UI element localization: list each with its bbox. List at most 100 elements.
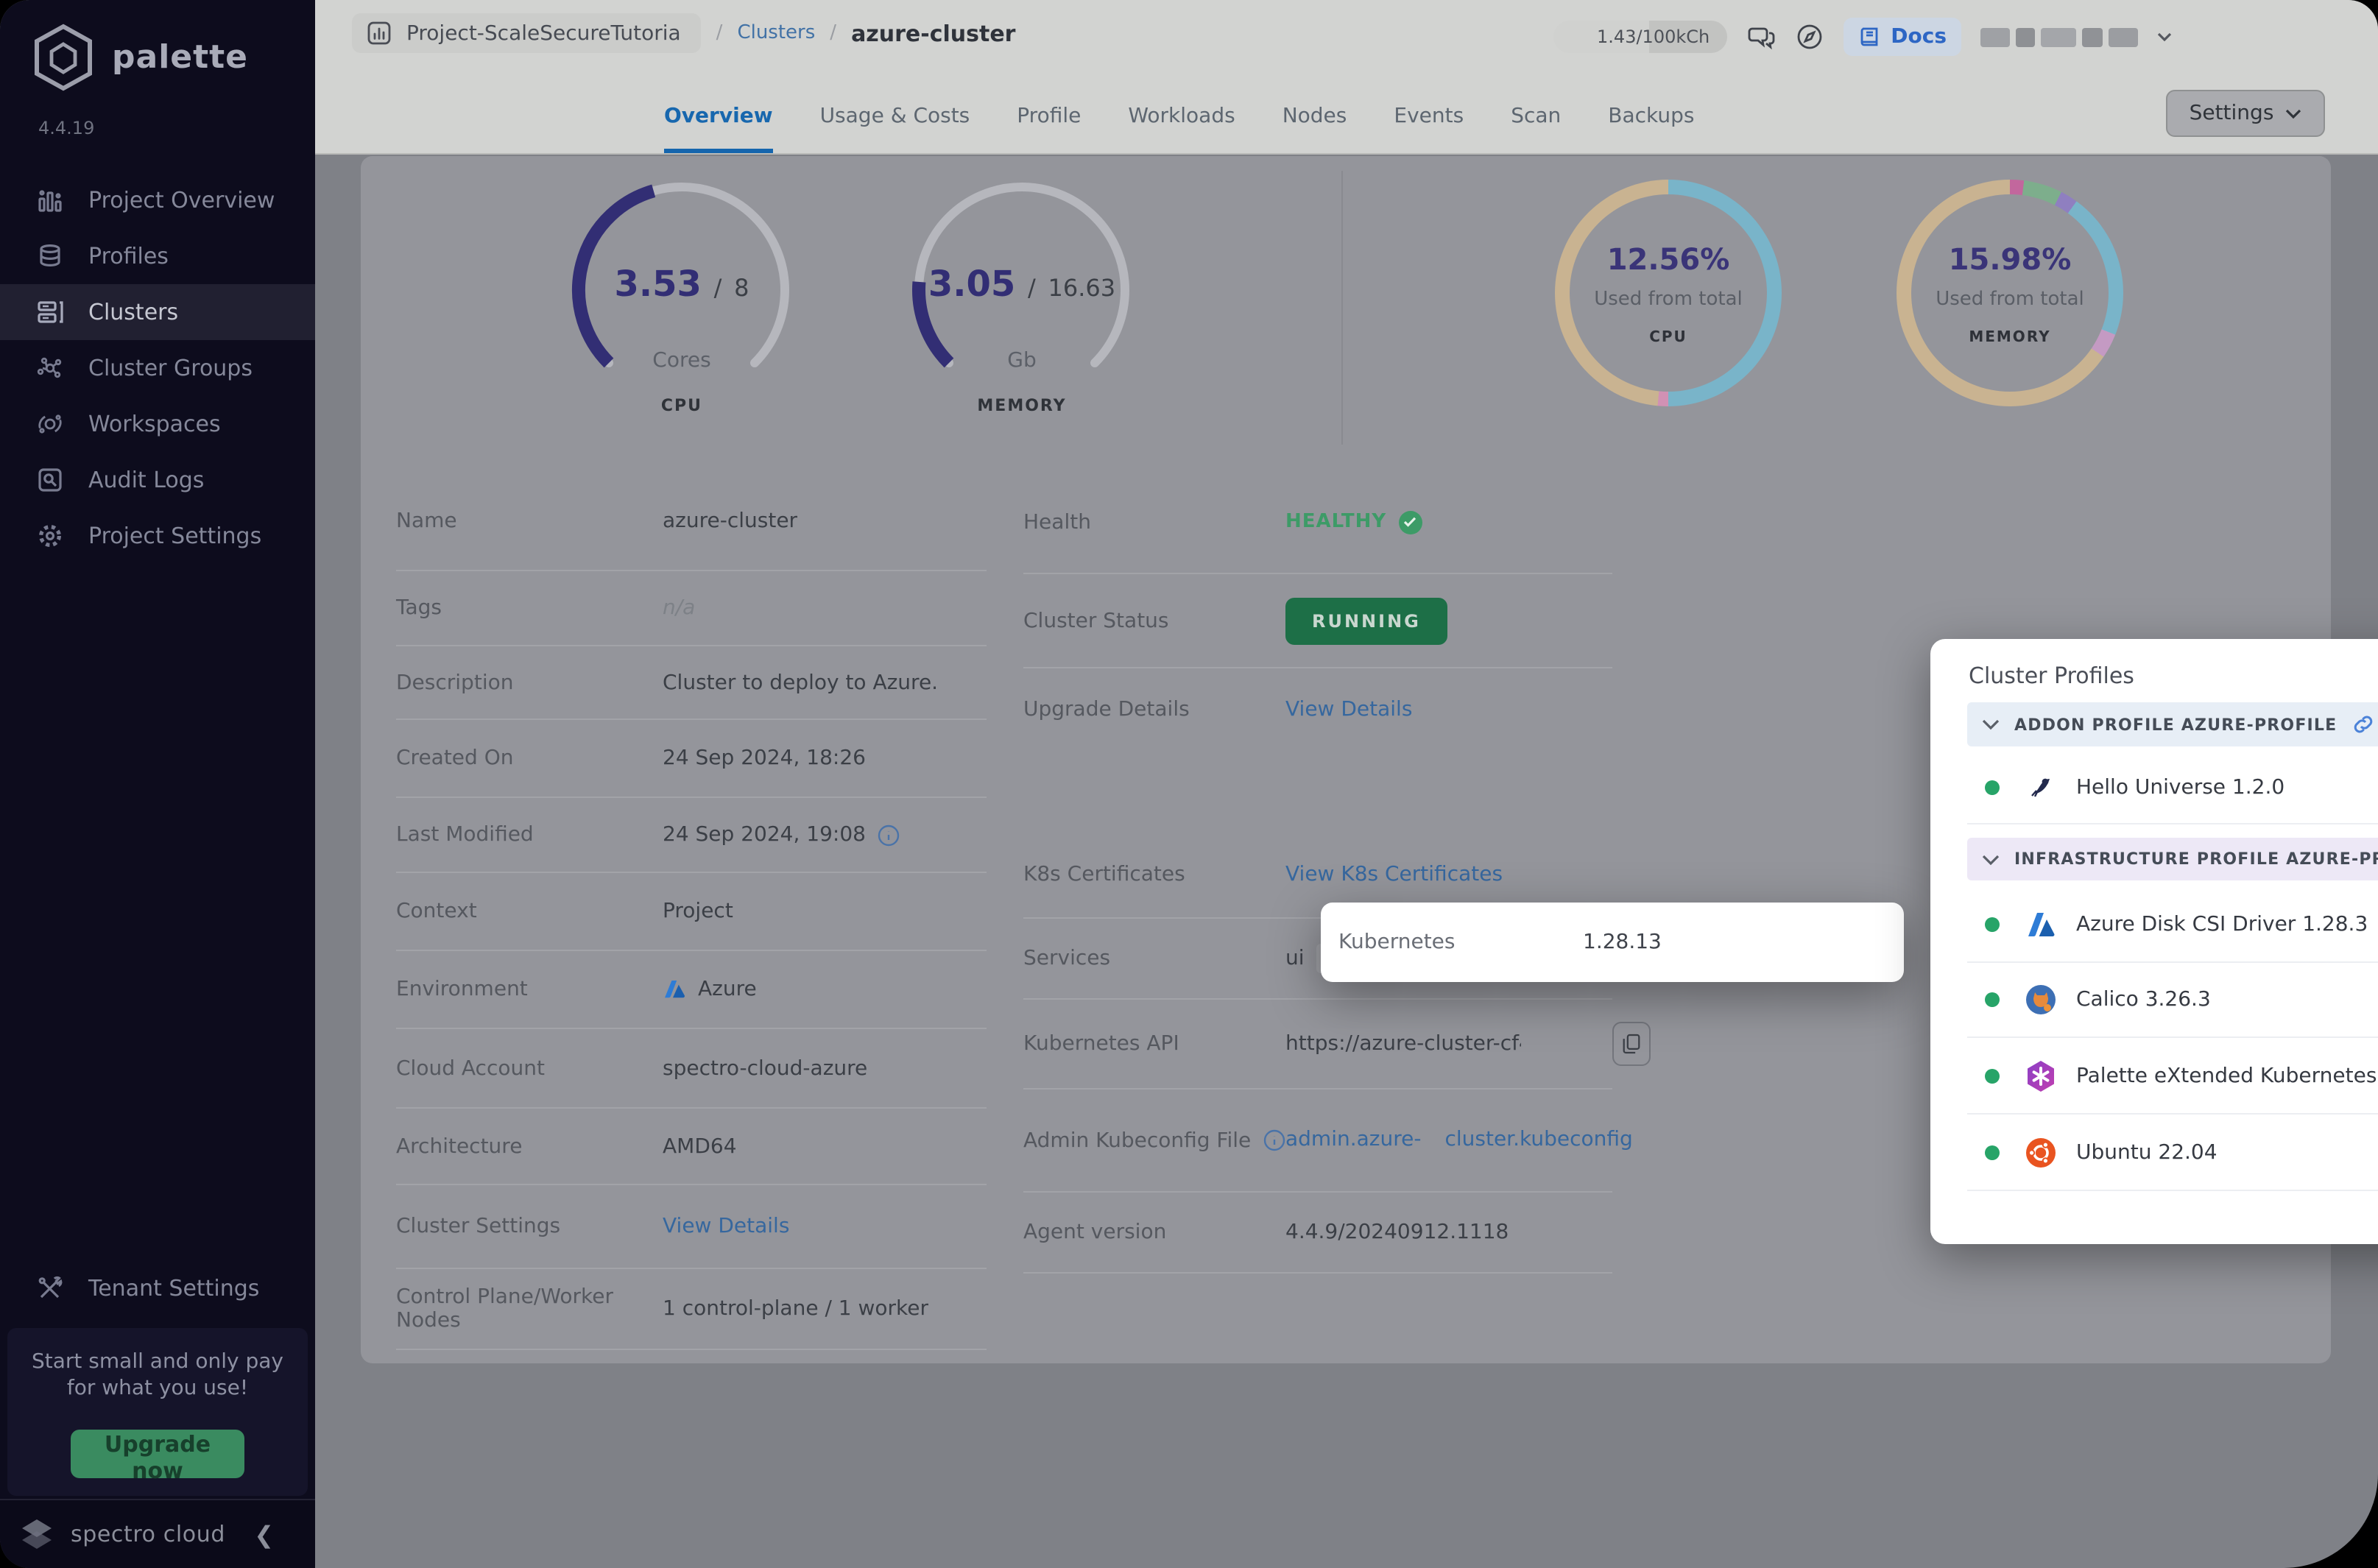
detail-row-created-on: Created On 24 Sep 2024, 18:26	[396, 720, 987, 798]
spectro-cloud-logo-icon	[18, 1515, 56, 1553]
status-dot	[1985, 917, 2000, 932]
upgrade-view-details-link[interactable]: View Details	[1285, 698, 1412, 721]
memory-gauge: 3.05 / 16.63 Gb MEMORY	[904, 172, 1140, 437]
profile-item-name: Hello Universe 1.2.0	[2076, 776, 2285, 799]
profile-item-name: Azure Disk CSI Driver 1.28.3	[2076, 913, 2368, 936]
main-area: Project-ScaleSecureTutoria / Clusters / …	[315, 0, 2378, 1568]
sidebar-item-clusters[interactable]: Clusters	[0, 284, 315, 340]
sidebar-item-label: Clusters	[88, 299, 179, 325]
docs-label: Docs	[1891, 25, 1947, 49]
running-status-badge: RUNNING	[1285, 597, 1447, 644]
sidebar-item-label: Cluster Groups	[88, 355, 253, 381]
detail-row-nodes: Control Plane/Worker Nodes 1 control-plan…	[396, 1269, 987, 1350]
app-version: 4.4.19	[38, 118, 95, 138]
tab-workloads[interactable]: Workloads	[1128, 105, 1235, 153]
project-selector[interactable]: Project-ScaleSecureTutoria	[352, 13, 702, 53]
memory-usage-donut: 15.98% Used from total MEMORY	[1897, 180, 2123, 406]
addon-profile-section-header[interactable]: ADDON PROFILE AZURE-PROFILE PROJ	[1967, 702, 2378, 746]
breadcrumb-separator: /	[830, 22, 837, 44]
breadcrumb-clusters-link[interactable]: Clusters	[737, 22, 815, 44]
promo-text: Start small and only pay for what you us…	[32, 1350, 283, 1400]
infrastructure-profile-section-header[interactable]: INFRASTRUCTURE PROFILE AZURE-PROFILE PRO…	[1967, 838, 2378, 880]
azure-icon	[663, 978, 686, 1001]
project-name: Project-ScaleSecureTutoria	[406, 21, 681, 45]
tab-nodes[interactable]: Nodes	[1283, 105, 1347, 153]
chevron-down-icon[interactable]	[1982, 853, 2000, 865]
detail-row-cluster-status: Cluster Status RUNNING	[1023, 574, 1612, 668]
kubernetes-label: Kubernetes	[1338, 930, 1456, 954]
cluster-settings-view-details-link[interactable]: View Details	[663, 1215, 789, 1238]
breadcrumb-separator: /	[716, 22, 723, 44]
profile-item-name: Palette eXtended Kubernetes 1.28.13	[2076, 1064, 2378, 1088]
user-menu-chevron-icon[interactable]	[2157, 32, 2172, 41]
copy-icon[interactable]	[1612, 1022, 1651, 1066]
tools-icon	[35, 1274, 65, 1303]
spectro-cloud-brand: spectro cloud	[71, 1521, 225, 1547]
chevron-down-icon	[2285, 108, 2301, 119]
detail-row-cluster-settings: Cluster Settings View Details	[396, 1185, 987, 1269]
breadcrumb-current-cluster: azure-cluster	[851, 20, 1016, 46]
profile-item-hello-universe[interactable]: Hello Universe 1.2.0	[1967, 752, 2378, 824]
profile-item-name: Ubuntu 22.04	[2076, 1140, 2218, 1164]
detail-row-kubernetes-api: Kubernetes APIhttps://azure-cluster-cf42…	[1023, 1000, 1651, 1090]
tab-bar: Overview Usage & Costs Profile Workloads…	[664, 105, 1695, 153]
tab-backups[interactable]: Backups	[1608, 105, 1694, 153]
sidebar-item-label: Audit Logs	[88, 467, 205, 493]
chevron-down-icon[interactable]	[1982, 718, 2000, 730]
sidebar-item-tenant-settings[interactable]: Tenant Settings	[0, 1260, 315, 1316]
sidebar-footer: spectro cloud ❮	[0, 1499, 315, 1568]
info-icon[interactable]	[1263, 1129, 1285, 1151]
sidebar-item-label: Profiles	[88, 243, 169, 269]
brand-name: palette	[112, 39, 249, 76]
tab-overview[interactable]: Overview	[664, 105, 773, 153]
sidebar-item-cluster-groups[interactable]: Cluster Groups	[0, 340, 315, 396]
sidebar-item-profiles[interactable]: Profiles	[0, 228, 315, 284]
status-dot	[1985, 1145, 2000, 1159]
brand-logo: palette	[0, 0, 315, 91]
detail-row-upgrade-details: Upgrade Details View Details	[1023, 698, 1413, 721]
sidebar-item-project-overview[interactable]: Project Overview	[0, 172, 315, 228]
tab-scan[interactable]: Scan	[1511, 105, 1561, 153]
link-icon	[2351, 713, 2375, 736]
cluster-profiles-panel: Cluster Profiles ADDON PROFILE AZURE-PRO…	[1930, 639, 2378, 1244]
view-k8s-certificates-link[interactable]: View K8s Certificates	[1285, 863, 1503, 886]
profile-item-palette-extended-kubernetes[interactable]: Palette eXtended Kubernetes 1.28.13	[1967, 1039, 2378, 1115]
sidebar-item-audit-logs[interactable]: Audit Logs	[0, 452, 315, 508]
profile-item-azure-disk-csi[interactable]: Azure Disk CSI Driver 1.28.3	[1967, 888, 2378, 963]
tab-events[interactable]: Events	[1394, 105, 1464, 153]
cluster-groups-icon	[35, 353, 65, 383]
docs-button[interactable]: Docs	[1844, 18, 1961, 56]
kubernetes-version-spotlight: Kubernetes 1.28.13	[1321, 903, 1904, 982]
settings-button[interactable]: Settings	[2166, 90, 2325, 137]
sidebar-item-workspaces[interactable]: Workspaces	[0, 396, 315, 452]
detail-row-last-modified: Last Modified 24 Sep 2024, 19:08	[396, 798, 987, 873]
chat-icon[interactable]	[1746, 22, 1776, 52]
palette-logo-icon	[32, 24, 94, 91]
detail-row-admin-kubeconfig: Admin Kubeconfig File admin.azure-cluster…	[1023, 1090, 1633, 1193]
profile-item-name: Calico 3.26.3	[2076, 988, 2211, 1011]
upgrade-now-button[interactable]: Upgrade now	[71, 1430, 244, 1484]
cpu-usage-donut: 12.56% Used from total CPU	[1555, 180, 1782, 406]
audit-logs-icon	[35, 465, 65, 495]
info-icon[interactable]	[878, 824, 900, 846]
redacted-user-info	[1980, 27, 2138, 46]
credits-pill[interactable]: 1.43/100kCh	[1553, 21, 1728, 53]
compass-icon[interactable]	[1795, 22, 1824, 52]
tab-usage-costs[interactable]: Usage & Costs	[820, 105, 970, 153]
detail-row-environment: Environment Azure	[396, 951, 987, 1029]
status-dot	[1985, 992, 2000, 1007]
tab-profile[interactable]: Profile	[1017, 105, 1081, 153]
detail-row-tags: Tags n/a	[396, 571, 987, 646]
profile-item-calico[interactable]: Calico 3.26.3	[1967, 963, 2378, 1038]
workspaces-icon	[35, 409, 65, 439]
detail-row-agent-version: Agent version 4.4.9/20240912.1118	[1023, 1193, 1612, 1274]
gear-icon	[35, 521, 65, 551]
sidebar-item-project-settings[interactable]: Project Settings	[0, 508, 315, 564]
kubeconfig-download-link[interactable]: admin.azure-cluster.kubeconfig	[1285, 1125, 1633, 1156]
profile-item-ubuntu[interactable]: Ubuntu 22.04	[1967, 1115, 2378, 1191]
sidebar-collapse-icon[interactable]: ❮	[254, 1520, 274, 1548]
clusters-icon	[35, 297, 65, 327]
panel-title: Cluster Profiles	[1969, 663, 2134, 689]
healthy-check-icon	[1398, 510, 1422, 534]
sidebar-tenant: Tenant Settings	[0, 1260, 315, 1316]
